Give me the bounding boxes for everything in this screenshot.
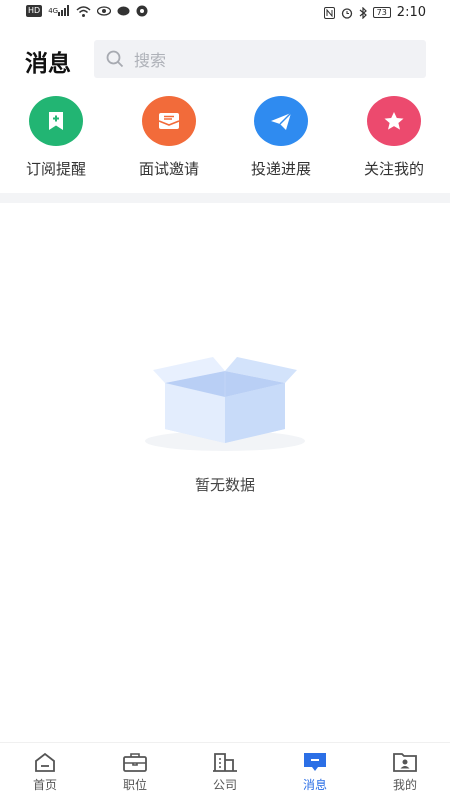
- status-icons-left: HD 4G: [26, 5, 148, 17]
- tab-label: 首页: [32, 778, 57, 792]
- empty-state-text: 暂无数据: [194, 476, 255, 494]
- search-icon: [106, 50, 124, 68]
- tab-company[interactable]: 公司: [180, 751, 270, 793]
- tab-label: 职位: [122, 778, 147, 792]
- bottom-tab-bar: 首页 职位 公司 消息 我的: [0, 742, 450, 801]
- tab-jobs[interactable]: 职位: [90, 751, 180, 793]
- quick-action-label: 订阅提醒: [25, 160, 86, 178]
- status-icons-right: 73 2:10: [323, 5, 426, 20]
- tab-label: 我的: [392, 778, 417, 792]
- quick-action-followers[interactable]: 关注我的: [344, 96, 444, 179]
- section-divider: [0, 193, 450, 203]
- nfc-icon: [323, 6, 335, 19]
- bookmark-plus-icon: [29, 96, 83, 146]
- message-icon: [117, 6, 130, 15]
- home-icon: [35, 752, 55, 772]
- tab-home[interactable]: 首页: [0, 751, 90, 793]
- profile-folder-icon: [393, 753, 417, 772]
- eye-icon: [97, 6, 112, 16]
- hd-icon: HD: [26, 5, 43, 17]
- briefcase-icon: [123, 753, 147, 772]
- bluetooth-icon: [359, 6, 367, 19]
- status-time: 2:10: [396, 5, 426, 20]
- empty-box-illustration: [145, 357, 305, 451]
- quick-action-subscription[interactable]: 订阅提醒: [6, 96, 106, 179]
- tab-label: 消息: [302, 778, 327, 792]
- quick-actions: 订阅提醒 面试邀请 投递进展 关注我的: [0, 96, 450, 186]
- tab-messages[interactable]: 消息: [270, 751, 360, 793]
- status-bar: HD 4G 73 2:10: [0, 0, 450, 24]
- building-icon: [213, 753, 237, 772]
- paper-plane-icon: [254, 96, 308, 146]
- quick-action-label: 面试邀请: [138, 160, 199, 178]
- search-input[interactable]: 搜索: [94, 40, 426, 78]
- quick-action-interview[interactable]: 面试邀请: [119, 96, 219, 179]
- search-placeholder: 搜索: [134, 51, 167, 70]
- battery-icon: 73: [372, 7, 391, 18]
- quick-action-label: 投递进展: [250, 160, 311, 178]
- message-icon: [304, 753, 326, 771]
- tab-label: 公司: [212, 778, 237, 792]
- quick-action-label: 关注我的: [363, 160, 424, 178]
- mail-icon: [142, 96, 196, 146]
- header: 消息 搜索: [0, 40, 450, 78]
- 4g-signal-icon: 4G: [48, 5, 70, 17]
- alarm-icon: [341, 7, 352, 19]
- tab-profile[interactable]: 我的: [360, 751, 450, 793]
- wifi-icon: [76, 5, 91, 17]
- page-title: 消息: [25, 51, 71, 77]
- app-icon: [136, 5, 148, 17]
- star-icon: [367, 96, 421, 146]
- quick-action-delivery[interactable]: 投递进展: [231, 96, 331, 179]
